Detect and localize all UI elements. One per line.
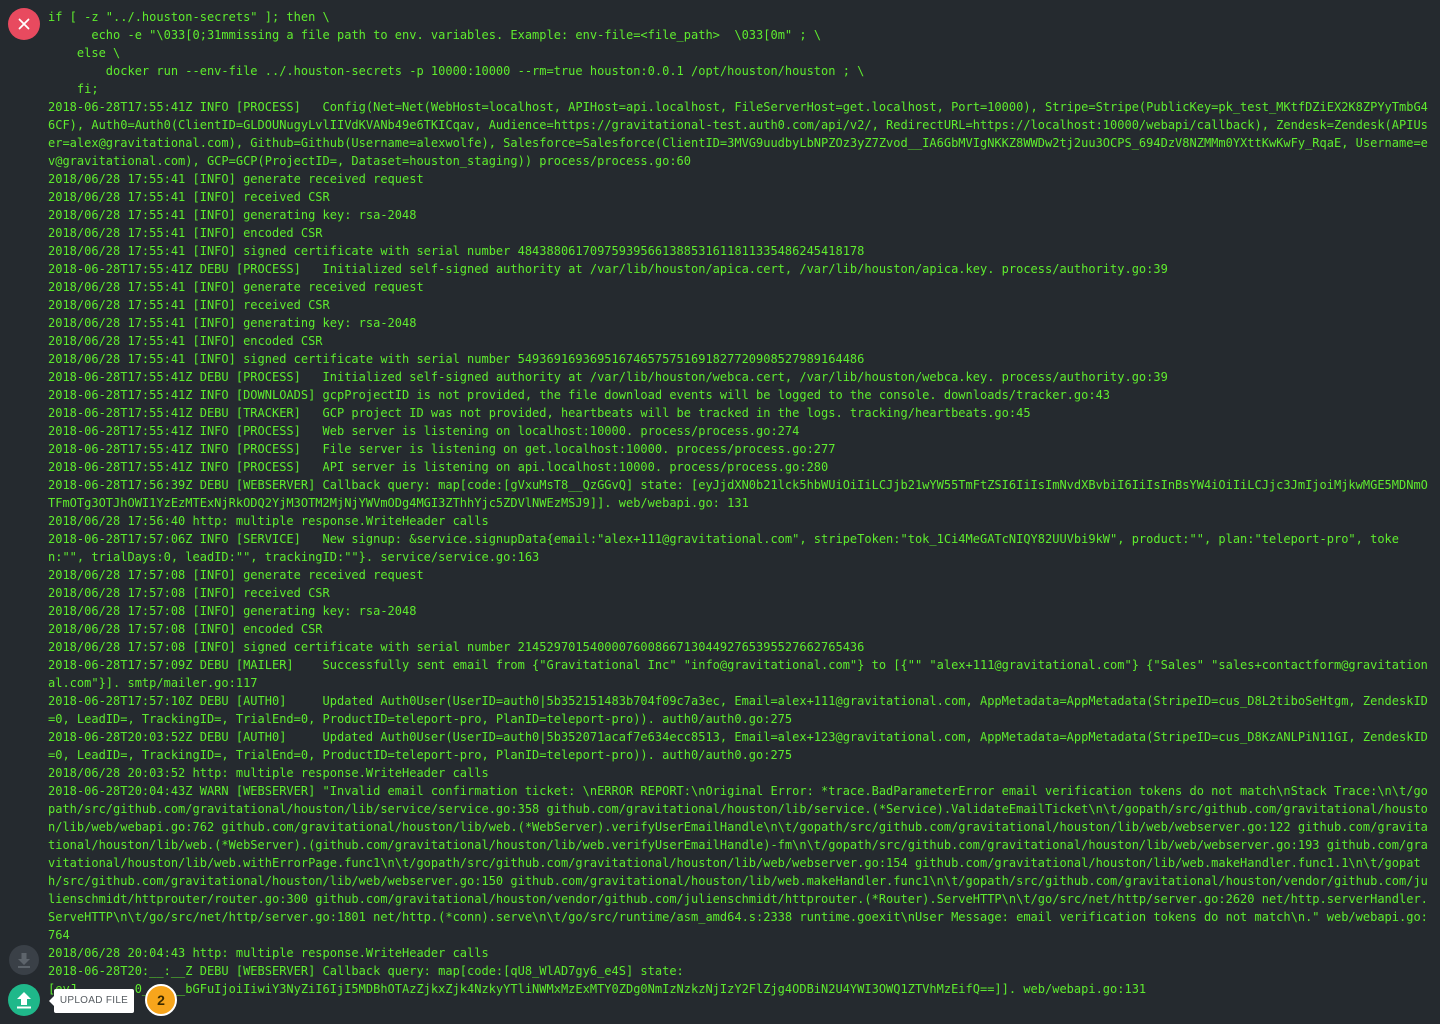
log-line: 2018/06/28 17:55:41 [INFO] generate rece… (48, 172, 424, 186)
log-line: 2018-06-28T17:57:06Z INFO [SERVICE] New … (48, 532, 1400, 564)
step-badge: 2 (145, 984, 177, 1016)
terminal-window: if [ -z "../.houston-secrets" ]; then \ … (0, 0, 1440, 1024)
log-line: 2018/06/28 17:56:40 http: multiple respo… (48, 514, 489, 528)
terminal-output: if [ -z "../.houston-secrets" ]; then \ … (48, 8, 1428, 998)
close-button[interactable] (8, 8, 40, 40)
log-line: 2018/06/28 17:55:41 [INFO] generating ke… (48, 316, 417, 330)
upload-file-tooltip: UPLOAD FILE (49, 989, 134, 1013)
close-icon (18, 18, 30, 30)
log-line: 2018/06/28 17:57:08 [INFO] generating ke… (48, 604, 417, 618)
log-line: 2018-06-28T17:55:41Z INFO [PROCESS] Web … (48, 424, 800, 438)
log-line: 2018/06/28 17:55:41 [INFO] encoded CSR (48, 226, 323, 240)
log-line: 2018-06-28T17:55:41Z DEBU [PROCESS] Init… (48, 370, 1168, 384)
log-line: 2018/06/28 17:55:41 [INFO] encoded CSR (48, 334, 323, 348)
upload-button[interactable] (8, 984, 40, 1016)
download-button[interactable] (9, 945, 39, 975)
log-line: 2018-06-28T17:55:41Z INFO [PROCESS] File… (48, 442, 836, 456)
log-line: 2018-06-28T20:03:52Z DEBU [AUTH0] Update… (48, 730, 1428, 762)
log-line: 2018/06/28 17:55:41 [INFO] generating ke… (48, 208, 417, 222)
log-line: 2018-06-28T17:55:41Z INFO [PROCESS] Conf… (48, 100, 1428, 168)
log-line: 2018-06-28T20:04:43Z WARN [WEBSERVER] "I… (48, 784, 1428, 942)
log-line: else \ (48, 46, 121, 60)
log-line: 2018-06-28T17:55:41Z DEBU [TRACKER] GCP … (48, 406, 1031, 420)
log-line: 2018/06/28 17:55:41 [INFO] signed certif… (48, 244, 865, 258)
log-line: 2018/06/28 17:57:08 [INFO] received CSR (48, 586, 330, 600)
download-icon (18, 953, 30, 968)
log-line: 2018-06-28T17:57:10Z DEBU [AUTH0] Update… (48, 694, 1428, 726)
log-line: 2018-06-28T17:55:41Z INFO [PROCESS] API … (48, 460, 829, 474)
log-line: 2018/06/28 20:04:43 http: multiple respo… (48, 946, 489, 960)
log-line: 2018/06/28 17:55:41 [INFO] signed certif… (48, 352, 865, 366)
log-line: 2018/06/28 17:57:08 [INFO] signed certif… (48, 640, 865, 654)
log-line: if [ -z "../.houston-secrets" ]; then \ (48, 10, 330, 24)
log-line: 2018/06/28 20:03:52 http: multiple respo… (48, 766, 489, 780)
log-line: 2018-06-28T17:57:09Z DEBU [MAILER] Succe… (48, 658, 1428, 690)
log-line: 2018-06-28T17:55:41Z DEBU [PROCESS] Init… (48, 262, 1168, 276)
log-line: echo -e "\033[0;31mmissing a file path t… (48, 28, 822, 42)
upload-icon (17, 992, 31, 1009)
log-line: 2018-06-28T17:55:41Z INFO [DOWNLOADS] gc… (48, 388, 1111, 402)
log-line: 2018-06-28T17:56:39Z DEBU [WEBSERVER] Ca… (48, 478, 1428, 510)
log-line: 2018/06/28 17:55:41 [INFO] received CSR (48, 298, 330, 312)
log-line: docker run --env-file ../.houston-secret… (48, 64, 865, 78)
log-line: 2018/06/28 17:57:08 [INFO] encoded CSR (48, 622, 323, 636)
log-line: 2018/06/28 17:55:41 [INFO] generate rece… (48, 280, 424, 294)
log-line: 2018/06/28 17:57:08 [INFO] generate rece… (48, 568, 424, 582)
log-line: [eyJ______..0______bGFuIjoiIiwiY3NyZiI6I… (48, 982, 1147, 996)
log-line: fi; (48, 82, 99, 96)
log-line: 2018/06/28 17:55:41 [INFO] received CSR (48, 190, 330, 204)
log-line: 2018-06-28T20:__:__Z DEBU [WEBSERVER] Ca… (48, 964, 684, 978)
